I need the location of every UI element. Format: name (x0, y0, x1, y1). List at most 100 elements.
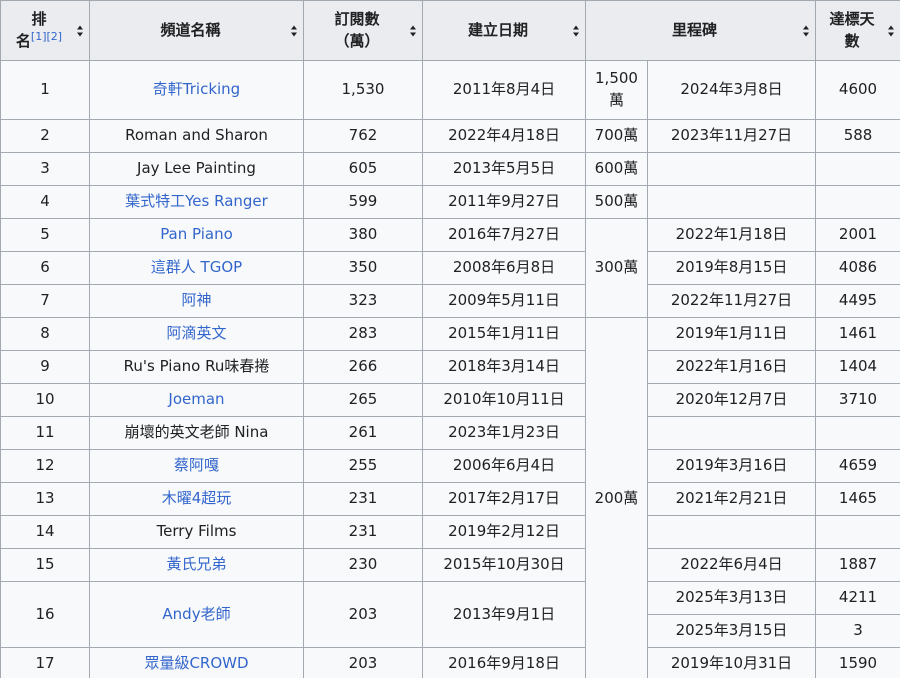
milestone-date-cell (646, 416, 817, 450)
created-date-cell: 2011年9月27日 (422, 185, 586, 219)
days-cell: 4600 (815, 60, 900, 120)
channel-link[interactable]: Pan Piano (160, 225, 233, 243)
table-row: 4 葉式特工Yes Ranger 599 2011年9月27日 500萬 (0, 185, 900, 219)
rank-cell: 7 (0, 284, 90, 318)
channel-cell: 蔡阿嘎 (89, 449, 304, 483)
milestone-date-cell: 2019年3月16日 (646, 449, 817, 483)
sort-icon[interactable] (573, 25, 580, 36)
subscribers-cell: 283 (303, 317, 423, 351)
header-row: 排名[1][2] 頻道名稱 訂閱數 （萬） 建立日期 里程碑 達標天數 (0, 0, 900, 61)
milestone-date-cell: 2022年11月27日 (646, 284, 817, 318)
subscribers-header[interactable]: 訂閱數 （萬） (303, 0, 423, 61)
channel-cell: Jay Lee Painting (89, 152, 304, 186)
table-row: 15 黃氏兄弟 230 2015年10月30日 2022年6月4日 1887 (0, 548, 900, 582)
channel-cell: Andy老師 (89, 581, 304, 648)
sort-icon[interactable] (803, 25, 810, 36)
rank-header-label: 排名[1][2] (15, 9, 63, 50)
table-row: 1 奇軒Tricking 1,530 2011年8月4日 1,500 萬 2024… (0, 60, 900, 120)
days-header-label: 達標天數 (829, 9, 875, 50)
channel-cell: 眾量級CROWD (89, 647, 304, 678)
days-cell: 4659 (815, 449, 900, 483)
channel-link[interactable]: 阿滴英文 (166, 324, 226, 342)
channel-link[interactable]: Joeman (168, 390, 224, 408)
channel-cell: 阿滴英文 (89, 317, 304, 351)
channel-link[interactable]: 葉式特工Yes Ranger (125, 192, 268, 210)
channel-cell: 奇軒Tricking (89, 60, 304, 120)
rank-cell: 2 (0, 119, 90, 153)
subscribers-cell: 599 (303, 185, 423, 219)
milestone-date-cell: 2019年1月11日 (646, 317, 817, 351)
channel-link[interactable]: 眾量級CROWD (144, 654, 248, 672)
rank-cell: 14 (0, 515, 90, 549)
created-date-cell: 2008年6月8日 (422, 251, 586, 285)
rank-cell: 12 (0, 449, 90, 483)
rank-cell: 4 (0, 185, 90, 219)
page: 排名[1][2] 頻道名稱 訂閱數 （萬） 建立日期 里程碑 達標天數 1 奇軒… (0, 0, 900, 678)
rank-header[interactable]: 排名[1][2] (0, 0, 90, 61)
channel-link[interactable]: 奇軒Tricking (153, 80, 240, 98)
channel-cell: Terry Films (89, 515, 304, 549)
milestone-date-cell (646, 152, 817, 186)
created-date-cell: 2016年7月27日 (422, 218, 586, 252)
subscribers-cell: 266 (303, 350, 423, 384)
created-date-cell: 2018年3月14日 (422, 350, 586, 384)
rank-cell: 15 (0, 548, 90, 582)
youtuber-ranking-table: 排名[1][2] 頻道名稱 訂閱數 （萬） 建立日期 里程碑 達標天數 1 奇軒… (0, 0, 900, 678)
sort-icon[interactable] (410, 25, 417, 36)
created-header[interactable]: 建立日期 (422, 0, 586, 61)
subscribers-cell: 255 (303, 449, 423, 483)
sort-icon[interactable] (888, 25, 895, 36)
channel-link[interactable]: 木曜4超玩 (162, 489, 232, 507)
milestone-date-cell: 2019年8月15日 (646, 251, 817, 285)
rank-cell: 1 (0, 60, 90, 120)
days-header[interactable]: 達標天數 (815, 0, 900, 61)
milestone-date-cell: 2025年3月15日 (646, 614, 817, 648)
days-cell (815, 185, 900, 219)
citation-link-2[interactable]: [2] (47, 30, 63, 43)
channel-header[interactable]: 頻道名稱 (89, 0, 304, 61)
created-date-cell: 2016年9月18日 (422, 647, 586, 678)
subscribers-cell: 1,530 (303, 60, 423, 120)
created-date-cell: 2013年9月1日 (422, 581, 586, 648)
days-cell: 1887 (815, 548, 900, 582)
milestone-level-cell: 500萬 (585, 185, 648, 219)
table-row: 14 Terry Films 231 2019年2月12日 (0, 515, 900, 549)
milestone-date-cell: 2022年1月16日 (646, 350, 817, 384)
sort-icon[interactable] (77, 25, 84, 36)
channel-link[interactable]: 阿神 (181, 291, 211, 309)
subscribers-cell: 261 (303, 416, 423, 450)
table-row: 16 Andy老師 203 2013年9月1日 2025年3月13日 4211 (0, 581, 900, 648)
channel-link[interactable]: Andy老師 (162, 605, 230, 623)
days-cell: 3710 (815, 383, 900, 417)
milestone-date-cell: 2022年6月4日 (646, 548, 817, 582)
table-row: 10 Joeman 265 2010年10月11日 2020年12月7日 371… (0, 383, 900, 417)
channel-link[interactable]: 黃氏兄弟 (166, 555, 226, 573)
milestone-header[interactable]: 里程碑 (584, 0, 817, 61)
citation-link-1[interactable]: [1] (31, 30, 47, 43)
subscribers-cell: 203 (303, 647, 423, 678)
channel-link[interactable]: 這群人 TGOP (151, 258, 242, 276)
channel-link[interactable]: 蔡阿嘎 (174, 456, 219, 474)
created-header-label: 建立日期 (467, 20, 528, 39)
sort-icon[interactable] (291, 25, 298, 36)
days-cell (815, 152, 900, 186)
rank-cell: 17 (0, 647, 90, 678)
channel-cell: 阿神 (89, 284, 304, 318)
subscribers-cell: 265 (303, 383, 423, 417)
table-row: 3 Jay Lee Painting 605 2013年5月5日 600萬 (0, 152, 900, 186)
created-date-cell: 2015年10月30日 (422, 548, 586, 582)
table-row: 2 Roman and Sharon 762 2022年4月18日 700萬 2… (0, 119, 900, 153)
milestone-level-cell: 700萬 (585, 119, 648, 153)
days-cell: 4495 (815, 284, 900, 318)
days-cell: 1465 (815, 482, 900, 516)
channel-cell: Joeman (89, 383, 304, 417)
milestone-date-cell: 2021年2月21日 (646, 482, 817, 516)
subscribers-cell: 203 (303, 581, 423, 648)
milestone-level-cell: 200萬 (585, 317, 648, 678)
rank-cell: 16 (0, 581, 90, 648)
subscribers-header-label: 訂閱數 （萬） (334, 9, 380, 50)
table-row: 5 Pan Piano 380 2016年7月27日 300萬 2022年1月1… (0, 218, 900, 318)
days-cell: 1461 (815, 317, 900, 351)
table-row: 12 蔡阿嘎 255 2006年6月4日 2019年3月16日 4659 (0, 449, 900, 483)
table-row: 17 眾量級CROWD 203 2016年9月18日 2019年10月31日 1… (0, 647, 900, 678)
